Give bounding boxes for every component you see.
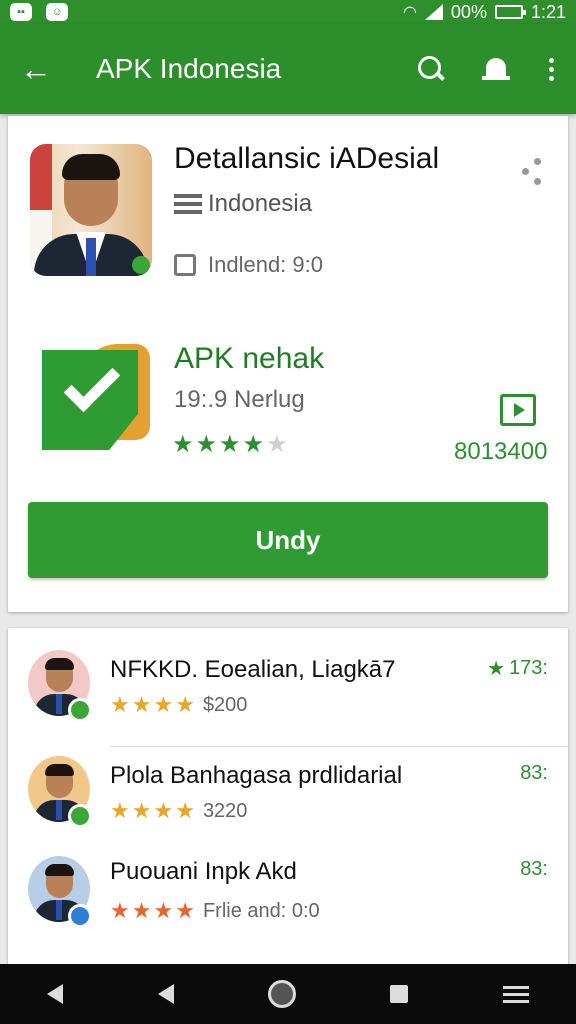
star-filled-icon: ★: [153, 898, 174, 923]
back-nav-icon-2[interactable]: [157, 984, 174, 1004]
list-item[interactable]: Plola Banhagasa prdlidarial ★ ★ ★ ★ 3220 83…: [8, 746, 568, 850]
star-filled-icon: ★: [110, 898, 130, 923]
recents-nav-icon[interactable]: [390, 985, 409, 1003]
featured-avatar[interactable]: [30, 144, 152, 276]
featured-card: Detallansic iADesial Indonesia Indlend: …: [8, 116, 568, 612]
star-filled-icon: ★: [110, 692, 130, 717]
notifications-icon[interactable]: [482, 54, 510, 84]
app-bar-title: APK Indonesia: [96, 53, 282, 84]
list-item-count: $200: [202, 693, 248, 716]
list-badge-icon: [68, 904, 92, 928]
featured-meta: Indlend: 9:0: [208, 252, 323, 277]
list-item-count: Frlie and: 0:0: [202, 899, 320, 922]
star-filled-icon: ★: [175, 898, 195, 923]
star-filled-icon: ★: [175, 692, 195, 717]
star-filled-icon: ★: [172, 431, 194, 458]
status-bar: ▪▪ ☺ ◠ 00% 1:21: [0, 0, 576, 24]
list-item-side-value: 83:: [520, 762, 548, 784]
app-list-card: NFKKD. Eoealian, Liagkā7 ★ ★ ★ ★ $200 ★ 173…: [8, 628, 568, 968]
back-arrow-icon[interactable]: ←: [20, 51, 60, 88]
star-filled-icon: ★: [131, 692, 152, 717]
notification-icon: ▪▪: [10, 3, 32, 21]
apk-app-icon[interactable]: [42, 344, 150, 454]
install-button[interactable]: Undy: [28, 502, 548, 578]
signal-icon: [424, 4, 443, 20]
system-nav-bar: [0, 964, 576, 1024]
more-options-icon[interactable]: [546, 57, 556, 81]
star-filled-icon: ★: [153, 798, 174, 823]
featured-subtitle: Indonesia: [208, 190, 313, 217]
star-filled-icon: ★: [131, 898, 152, 923]
list-item-name: Plola Banhagasa prdlidarial: [110, 762, 403, 789]
apk-size: 19:.9 Nerlug: [174, 386, 305, 413]
back-nav-icon[interactable]: [47, 984, 64, 1004]
list-badge-icon: [68, 698, 92, 722]
list-item-rating: ★ ★ ★ ★ 3220: [110, 798, 247, 824]
clock: 1:21: [530, 1, 566, 22]
apk-download-count: 8013400: [454, 438, 548, 465]
list-item[interactable]: NFKKD. Eoealian, Liagkā7 ★ ★ ★ ★ $200 ★ 173…: [8, 640, 568, 747]
featured-subtitle-row: Indonesia: [174, 190, 312, 218]
list-item-side: 83:: [520, 858, 548, 881]
list-icon: [174, 194, 202, 214]
list-badge-icon: [68, 804, 92, 828]
star-filled-icon: ★: [110, 798, 130, 823]
list-item[interactable]: Puouani Inpk Akd ★ ★ ★ ★ Frlie and: 0:0 83:: [8, 844, 568, 948]
list-item-side-value: 83:: [520, 858, 548, 880]
apk-name: APK nehak: [174, 342, 325, 375]
notification-icon-2: ☺: [46, 3, 68, 21]
menu-nav-icon[interactable]: [502, 985, 529, 1003]
list-item-rating: ★ ★ ★ ★ $200: [110, 692, 247, 718]
star-empty-icon: ★: [266, 431, 288, 458]
rating-stars: ★ ★ ★ ★: [110, 798, 195, 824]
list-item-name: NFKKD. Eoealian, Liagkā7: [110, 656, 396, 683]
rating-stars: ★ ★ ★ ★: [110, 692, 195, 718]
checkbox-icon[interactable]: [174, 254, 196, 276]
list-item-side: ★ 173:: [487, 656, 548, 681]
share-icon[interactable]: [522, 158, 544, 186]
list-item-name: Puouani Inpk Akd: [110, 858, 297, 885]
star-filled-icon: ★: [131, 798, 152, 823]
star-filled-icon: ★: [242, 431, 265, 458]
list-item-count: 3220: [202, 799, 248, 822]
featured-meta-row: Indlend: 9:0: [174, 252, 323, 278]
app-bar: ← APK Indonesia: [0, 24, 576, 114]
battery-percent: 00%: [450, 1, 487, 22]
star-filled-icon: ★: [219, 431, 241, 458]
home-nav-icon[interactable]: [267, 980, 296, 1008]
star-icon: ★: [487, 658, 506, 680]
battery-icon: [494, 5, 526, 19]
play-video-icon[interactable]: [500, 394, 536, 426]
star-filled-icon: ★: [153, 692, 174, 717]
featured-title: Detallansic iADesial: [174, 142, 440, 175]
list-item-side-value: 173:: [509, 657, 548, 679]
search-icon[interactable]: [416, 54, 446, 84]
star-filled-icon: ★: [195, 431, 218, 458]
wifi-icon: ◠: [402, 4, 417, 21]
star-filled-icon: ★: [175, 798, 195, 823]
list-item-side: 83:: [520, 762, 548, 785]
apk-rating-stars: ★ ★ ★ ★ ★: [172, 430, 288, 459]
list-item-rating: ★ ★ ★ ★ Frlie and: 0:0: [110, 898, 320, 924]
rating-stars: ★ ★ ★ ★: [110, 898, 195, 924]
verified-badge-icon: [132, 256, 150, 274]
